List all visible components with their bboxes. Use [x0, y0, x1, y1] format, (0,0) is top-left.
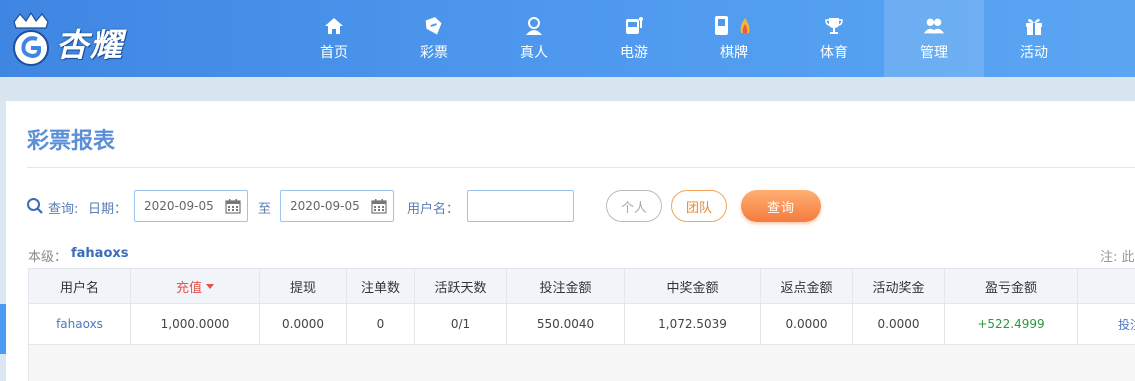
crown-emblem-icon — [13, 12, 49, 66]
nav-item-home[interactable]: 首页 — [284, 0, 384, 77]
table-empty-area — [29, 345, 1135, 381]
nav-label: 首页 — [320, 45, 348, 61]
main-nav: 首页 彩票 真人 电游 棋牌 体育 管理 活动 — [284, 0, 1084, 77]
bet-details-link[interactable]: 投注 — [1078, 304, 1135, 344]
nav-label: 电游 — [620, 45, 648, 61]
header-bonus: 活动奖金 — [853, 269, 945, 303]
nav-item-sports[interactable]: 体育 — [784, 0, 884, 77]
table-header-row: 用户名 充值 提现 注单数 活跃天数 投注金额 中奖金额 返点金额 活动奖金 盈… — [29, 268, 1135, 304]
nav-label: 活动 — [1020, 45, 1048, 61]
header-rebate: 返点金额 — [761, 269, 853, 303]
nav-item-promotions[interactable]: 活动 — [984, 0, 1084, 77]
brand-logo[interactable]: 杏耀 — [4, 6, 154, 74]
note-text: 注: 此 — [1100, 250, 1135, 265]
end-date-value: 2020-09-05 — [290, 199, 360, 213]
level-label: 本级： — [28, 250, 68, 265]
cell-profit: +522.4999 — [945, 304, 1078, 344]
nav-label: 彩票 — [420, 45, 448, 61]
cell-rebate: 0.0000 — [761, 304, 853, 344]
calendar-icon[interactable] — [225, 198, 241, 214]
query-label: 查询: — [48, 202, 79, 217]
calendar-icon[interactable] — [371, 198, 387, 214]
table-row: fahaoxs 1,000.0000 0.0000 0 0/1 550.0040… — [29, 304, 1135, 345]
cell-bets: 0 — [347, 304, 415, 344]
mahjong-icon — [709, 15, 759, 37]
cell-bet-amount: 550.0040 — [507, 304, 625, 344]
nav-item-slots[interactable]: 电游 — [584, 0, 684, 77]
header-username: 用户名 — [29, 269, 131, 303]
nav-item-management[interactable]: 管理 — [884, 0, 984, 77]
dealer-icon — [523, 15, 545, 37]
start-date-field[interactable]: 2020-09-05 — [134, 190, 248, 222]
page-title: 彩票报表 — [27, 129, 116, 154]
users-icon — [923, 15, 945, 37]
search-icon — [27, 198, 43, 214]
cell-recharge: 1,000.0000 — [131, 304, 260, 344]
end-date-field[interactable]: 2020-09-05 — [280, 190, 394, 222]
nav-item-lottery[interactable]: 彩票 — [384, 0, 484, 77]
cell-bonus: 0.0000 — [853, 304, 945, 344]
header-bet-amount: 投注金额 — [507, 269, 625, 303]
slot-machine-icon — [623, 15, 645, 37]
report-panel: 彩票报表 查询: 日期： 2020-09-05 至 2020-09-05 用户名… — [6, 101, 1135, 381]
personal-button[interactable]: 个人 — [606, 190, 662, 222]
brand-name: 杏耀 — [56, 26, 125, 64]
date-label: 日期： — [88, 202, 128, 217]
header-win-amount: 中奖金额 — [625, 269, 761, 303]
sort-down-icon[interactable] — [206, 283, 214, 289]
start-date-value: 2020-09-05 — [144, 199, 214, 213]
header-bets: 注单数 — [347, 269, 415, 303]
to-label: 至 — [258, 202, 272, 217]
nav-item-chess-cards[interactable]: 棋牌 — [684, 0, 784, 77]
username-label: 用户名： — [407, 202, 460, 217]
trophy-icon — [823, 15, 845, 37]
top-navigation-bar: 杏耀 首页 彩票 真人 电游 棋牌 体育 管理 活动 — [0, 0, 1135, 77]
home-icon — [323, 15, 345, 37]
level-value[interactable]: fahaoxs — [71, 246, 129, 261]
gift-icon — [1023, 15, 1045, 37]
cell-username[interactable]: fahaoxs — [29, 304, 131, 344]
nav-item-live-dealer[interactable]: 真人 — [484, 0, 584, 77]
cell-withdraw: 0.0000 — [260, 304, 347, 344]
title-divider — [27, 167, 1135, 168]
header-recharge[interactable]: 充值 — [131, 269, 260, 303]
nav-label: 棋牌 — [720, 45, 748, 61]
report-table: 用户名 充值 提现 注单数 活跃天数 投注金额 中奖金额 返点金额 活动奖金 盈… — [28, 268, 1135, 381]
query-button[interactable]: 查询 — [741, 190, 821, 222]
lottery-ticket-icon — [423, 15, 445, 37]
username-input[interactable] — [467, 190, 574, 222]
header-recharge-label: 充值 — [175, 280, 202, 296]
cell-win-amount: 1,072.5039 — [625, 304, 761, 344]
filter-bar: 查询: 日期： 2020-09-05 至 2020-09-05 用户名： 个人 … — [26, 189, 1126, 223]
header-active-days: 活跃天数 — [415, 269, 507, 303]
cell-active-days: 0/1 — [415, 304, 507, 344]
nav-label: 真人 — [520, 45, 548, 61]
header-profit: 盈亏金额 — [945, 269, 1078, 303]
sub-header-strip — [0, 77, 1135, 101]
nav-label: 管理 — [920, 45, 948, 61]
nav-label: 体育 — [820, 45, 848, 61]
team-button[interactable]: 团队 — [671, 190, 727, 222]
header-withdraw: 提现 — [260, 269, 347, 303]
